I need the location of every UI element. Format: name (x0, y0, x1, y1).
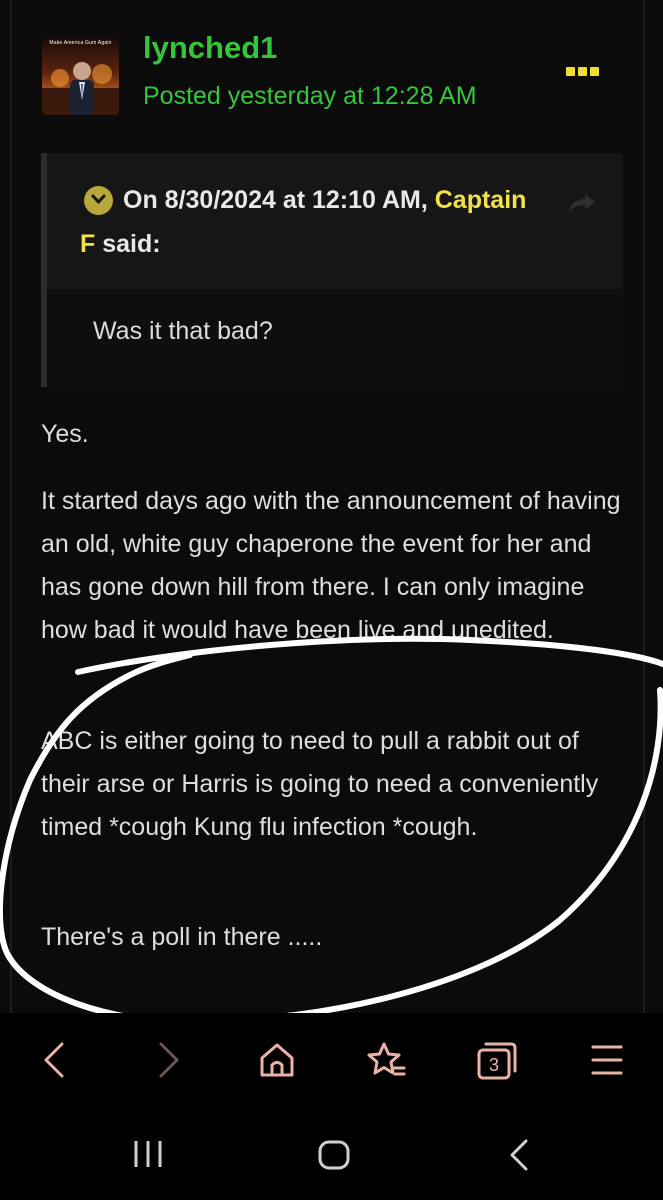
post-paragraph: Yes. (41, 420, 89, 448)
avatar-image (42, 62, 119, 115)
quote-said: said: (95, 230, 161, 258)
quote-citation-line2: F said: (80, 230, 161, 259)
screen: Make America Gum Again lynched1 Posted y… (0, 0, 663, 1200)
post-paragraph: ABC is either going to need to pull a ra… (41, 727, 599, 841)
quote-date: On 8/30/2024 at 12:10 AM, (123, 186, 435, 214)
quote-expand-toggle[interactable] (84, 186, 113, 215)
dot-icon (590, 67, 599, 76)
quote-text: Was it that bad? (93, 317, 273, 345)
recents-icon[interactable] (130, 1138, 166, 1170)
back-nav-icon[interactable] (506, 1138, 532, 1172)
username[interactable]: lynched1 (143, 30, 277, 66)
tabs-icon: 3 (477, 1042, 517, 1080)
post-paragraph: There's a poll in there ..... (41, 923, 323, 951)
quote-header: On 8/30/2024 at 12:10 AM, Captain F said… (47, 153, 623, 289)
avatar-caption: Make America Gum Again (49, 40, 112, 46)
quote-author-link-cont[interactable]: F (80, 230, 95, 258)
menu-icon[interactable] (590, 1041, 624, 1079)
quote-citation-line: On 8/30/2024 at 12:10 AM, Captain (123, 186, 526, 215)
go-to-quote-icon[interactable] (567, 192, 597, 214)
chevron-down-icon (91, 194, 106, 204)
post-paragraph: It started days ago with the announcemen… (41, 487, 621, 644)
tabs-button[interactable]: 3 (476, 1041, 518, 1081)
avatar[interactable]: Make America Gum Again (42, 38, 119, 115)
post-timestamp[interactable]: Posted yesterday at 12:28 AM (143, 82, 477, 111)
quote-author-link[interactable]: Captain (435, 186, 527, 214)
home-button-icon[interactable] (316, 1138, 352, 1172)
forum-post: Make America Gum Again lynched1 Posted y… (0, 0, 663, 1026)
dot-icon (566, 67, 575, 76)
back-icon[interactable] (40, 1041, 68, 1079)
post-options-button[interactable] (566, 67, 600, 79)
system-navigation-bar (0, 1105, 663, 1200)
post-border-left (10, 0, 12, 1013)
forward-icon[interactable] (155, 1041, 183, 1079)
dot-icon (578, 67, 587, 76)
quote-block: On 8/30/2024 at 12:10 AM, Captain F said… (41, 153, 623, 387)
tabs-count: 3 (489, 1055, 499, 1075)
browser-toolbar: 3 (0, 1013, 663, 1105)
home-icon[interactable] (258, 1041, 296, 1079)
post-border-right (643, 0, 645, 1013)
bookmark-star-icon[interactable] (366, 1041, 406, 1079)
